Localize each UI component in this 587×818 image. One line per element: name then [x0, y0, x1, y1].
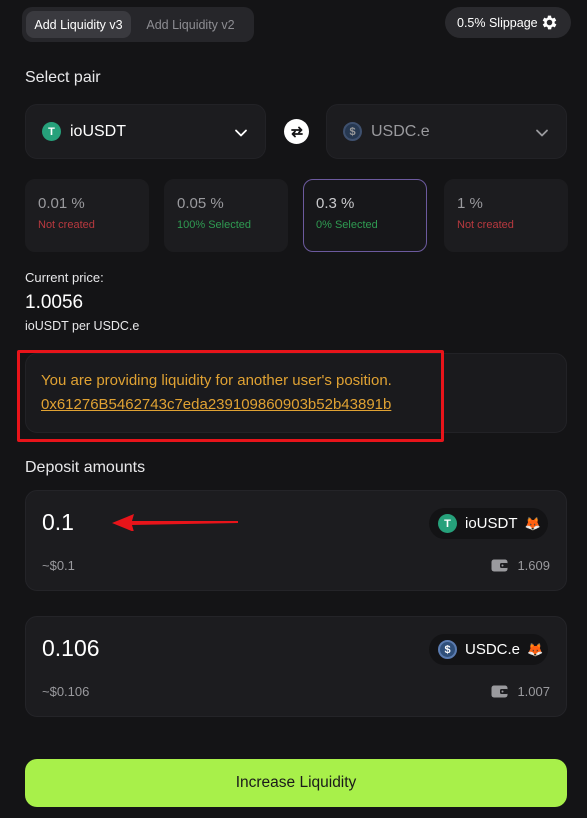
tether-icon: T [438, 514, 457, 533]
usd-value-token-a: ~$0.1 [42, 558, 75, 573]
token-pill-symbol: USDC.e [465, 641, 521, 658]
gear-icon [542, 15, 557, 30]
balance-amount: 1.007 [517, 684, 550, 699]
version-tabs: Add Liquidity v3 Add Liquidity v2 [22, 7, 254, 42]
metamask-icon: 🦊 [527, 641, 544, 657]
slippage-button[interactable]: 0.5% Slippage [445, 7, 571, 38]
token-pill-symbol: ioUSDT [465, 515, 518, 532]
select-pair-title: Select pair [25, 69, 101, 86]
current-price-label: Current price: [25, 270, 104, 285]
chevron-down-icon [536, 129, 548, 137]
metamask-icon: 🦊 [524, 515, 541, 531]
fee-tier-status: 100% Selected [177, 219, 251, 231]
fee-tier-pct: 1 % [457, 195, 483, 212]
token-pill-token-a[interactable]: T ioUSDT 🦊 [429, 508, 548, 539]
increase-liquidity-button[interactable]: Increase Liquidity [25, 759, 567, 807]
swap-tokens-button[interactable] [284, 119, 309, 144]
swap-icon [290, 126, 303, 137]
token-b-select[interactable]: $ USDC.e [326, 104, 567, 159]
balance-token-b: 1.007 [491, 684, 550, 699]
deposit-card-token-b: ~$0.106 $ USDC.e 🦊 1.007 [25, 616, 567, 717]
wallet-icon [491, 685, 509, 698]
fee-tier-pct: 0.3 % [316, 195, 355, 212]
fee-tier-0-05[interactable]: 0.05 % 100% Selected [164, 179, 288, 252]
token-a-name: ioUSDT [70, 122, 127, 140]
fee-tier-0-3[interactable]: 0.3 % 0% Selected [303, 179, 427, 252]
tab-add-liquidity-v2[interactable]: Add Liquidity v2 [133, 11, 248, 38]
balance-amount: 1.609 [517, 558, 550, 573]
usd-value-token-b: ~$0.106 [42, 684, 90, 699]
arrow-annotation [112, 514, 238, 531]
fee-tier-0-01[interactable]: 0.01 % Not created [25, 179, 149, 252]
fee-tier-pct: 0.01 % [38, 195, 85, 212]
token-a-select[interactable]: T ioUSDT [25, 104, 266, 159]
slippage-label: 0.5% Slippage [457, 15, 538, 30]
token-b-name: USDC.e [371, 122, 430, 140]
fee-tier-pct: 0.05 % [177, 195, 224, 212]
balance-token-a: 1.609 [491, 558, 550, 573]
chevron-down-icon [235, 129, 247, 137]
highlight-annotation [17, 350, 444, 442]
current-price-value: 1.0056 [25, 292, 84, 313]
usdc-icon: $ [438, 640, 457, 659]
fee-tier-1[interactable]: 1 % Not created [444, 179, 568, 252]
current-price-unit: ioUSDT per USDC.e [25, 319, 140, 333]
fee-tier-status: Not created [38, 219, 95, 231]
deposit-amounts-title: Deposit amounts [25, 459, 146, 476]
wallet-icon [491, 559, 509, 572]
deposit-card-token-a: ~$0.1 T ioUSDT 🦊 1.609 [25, 490, 567, 591]
usdc-icon: $ [343, 122, 362, 141]
fee-tier-status: 0% Selected [316, 219, 378, 231]
tab-add-liquidity-v3[interactable]: Add Liquidity v3 [26, 11, 131, 38]
tether-icon: T [42, 122, 61, 141]
amount-input-token-b[interactable] [42, 635, 302, 662]
token-pill-token-b[interactable]: $ USDC.e 🦊 [429, 634, 548, 665]
fee-tier-status: Not created [457, 219, 514, 231]
